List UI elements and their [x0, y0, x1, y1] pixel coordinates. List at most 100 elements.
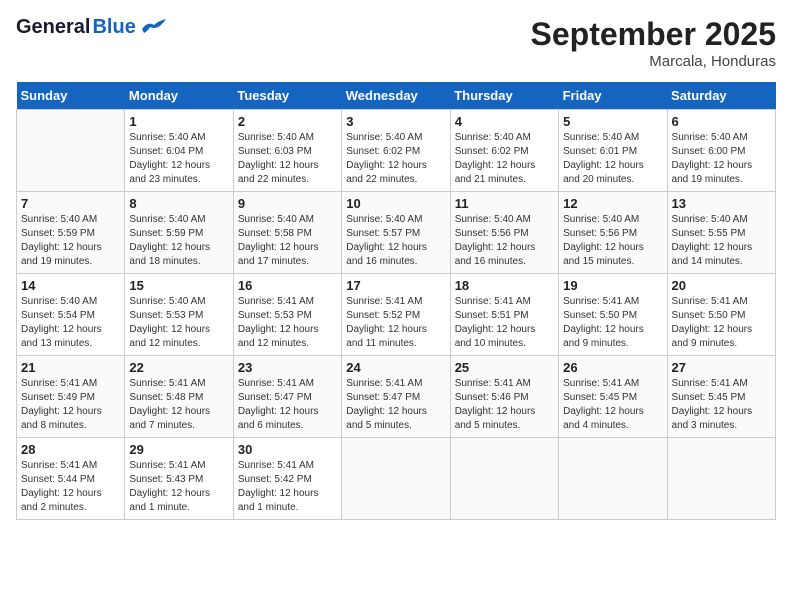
day-number: 21 [21, 360, 120, 375]
day-info: Sunrise: 5:41 AM Sunset: 5:42 PM Dayligh… [238, 459, 337, 515]
logo-general-text: General [16, 16, 90, 39]
day-info: Sunrise: 5:41 AM Sunset: 5:52 PM Dayligh… [346, 295, 445, 351]
calendar-cell: 21 Sunrise: 5:41 AM Sunset: 5:49 PM Dayli… [17, 356, 125, 438]
day-info: Sunrise: 5:40 AM Sunset: 5:56 PM Dayligh… [455, 213, 554, 269]
day-number: 4 [455, 114, 554, 129]
calendar-cell: 19Sunrise: 5:41 AM Sunset: 5:50 PM Dayli… [559, 274, 667, 356]
calendar-cell: 25 Sunrise: 5:41 AM Sunset: 5:46 PM Dayli… [450, 356, 558, 438]
logo-bird-icon [140, 19, 168, 37]
calendar-cell: 27 Sunrise: 5:41 AM Sunset: 5:45 PM Dayli… [667, 356, 775, 438]
day-info: Sunrise: 5:41 AM Sunset: 5:48 PM Dayligh… [129, 377, 228, 433]
day-info: Sunrise: 5:40 AM Sunset: 6:00 PM Dayligh… [672, 131, 771, 187]
day-info: Sunrise: 5:41 AM Sunset: 5:44 PM Dayligh… [21, 459, 120, 515]
month-title: September 2025 [531, 16, 776, 53]
day-number: 11 [455, 196, 554, 211]
day-number: 10 [346, 196, 445, 211]
days-of-week-row: SundayMondayTuesdayWednesdayThursdayFrid… [17, 82, 776, 110]
calendar-cell: 22 Sunrise: 5:41 AM Sunset: 5:48 PM Dayli… [125, 356, 233, 438]
day-info: Sunrise: 5:40 AM Sunset: 6:03 PM Dayligh… [238, 131, 337, 187]
day-number: 28 [21, 442, 120, 457]
day-info: Sunrise: 5:40 AM Sunset: 6:01 PM Dayligh… [563, 131, 662, 187]
day-number: 29 [129, 442, 228, 457]
day-info: Sunrise: 5:40 AM Sunset: 6:02 PM Dayligh… [346, 131, 445, 187]
calendar-week-5: 28 Sunrise: 5:41 AM Sunset: 5:44 PM Dayli… [17, 438, 776, 520]
day-info: Sunrise: 5:40 AM Sunset: 5:54 PM Dayligh… [21, 295, 120, 351]
page-header: General Blue September 2025 Marcala, Hon… [16, 16, 776, 70]
calendar-week-3: 14Sunrise: 5:40 AM Sunset: 5:54 PM Dayli… [17, 274, 776, 356]
day-number: 5 [563, 114, 662, 129]
day-number: 25 [455, 360, 554, 375]
day-info: Sunrise: 5:41 AM Sunset: 5:50 PM Dayligh… [672, 295, 771, 351]
day-info: Sunrise: 5:40 AM Sunset: 5:59 PM Dayligh… [21, 213, 120, 269]
day-info: Sunrise: 5:41 AM Sunset: 5:45 PM Dayligh… [563, 377, 662, 433]
day-of-week-thursday: Thursday [450, 82, 558, 110]
day-number: 8 [129, 196, 228, 211]
logo-blue-text: Blue [92, 16, 135, 39]
calendar-cell: 3 Sunrise: 5:40 AM Sunset: 6:02 PM Daylig… [342, 110, 450, 192]
calendar-cell: 7 Sunrise: 5:40 AM Sunset: 5:59 PM Daylig… [17, 192, 125, 274]
day-info: Sunrise: 5:41 AM Sunset: 5:47 PM Dayligh… [238, 377, 337, 433]
day-number: 2 [238, 114, 337, 129]
calendar-table: SundayMondayTuesdayWednesdayThursdayFrid… [16, 82, 776, 520]
calendar-cell: 15 Sunrise: 5:40 AM Sunset: 5:53 PM Dayli… [125, 274, 233, 356]
calendar-cell: 4 Sunrise: 5:40 AM Sunset: 6:02 PM Daylig… [450, 110, 558, 192]
day-info: Sunrise: 5:41 AM Sunset: 5:50 PM Dayligh… [563, 295, 662, 351]
day-info: Sunrise: 5:40 AM Sunset: 5:56 PM Dayligh… [563, 213, 662, 269]
day-of-week-tuesday: Tuesday [233, 82, 341, 110]
calendar-header: SundayMondayTuesdayWednesdayThursdayFrid… [17, 82, 776, 110]
calendar-cell: 23Sunrise: 5:41 AM Sunset: 5:47 PM Dayli… [233, 356, 341, 438]
day-info: Sunrise: 5:41 AM Sunset: 5:43 PM Dayligh… [129, 459, 228, 515]
day-info: Sunrise: 5:40 AM Sunset: 6:04 PM Dayligh… [129, 131, 228, 187]
calendar-cell: 9 Sunrise: 5:40 AM Sunset: 5:58 PM Daylig… [233, 192, 341, 274]
day-of-week-saturday: Saturday [667, 82, 775, 110]
day-number: 24 [346, 360, 445, 375]
day-info: Sunrise: 5:41 AM Sunset: 5:53 PM Dayligh… [238, 295, 337, 351]
location-subtitle: Marcala, Honduras [531, 53, 776, 70]
day-info: Sunrise: 5:41 AM Sunset: 5:46 PM Dayligh… [455, 377, 554, 433]
day-number: 7 [21, 196, 120, 211]
day-number: 20 [672, 278, 771, 293]
calendar-cell: 5 Sunrise: 5:40 AM Sunset: 6:01 PM Daylig… [559, 110, 667, 192]
calendar-cell: 30 Sunrise: 5:41 AM Sunset: 5:42 PM Dayli… [233, 438, 341, 520]
day-number: 13 [672, 196, 771, 211]
day-number: 9 [238, 196, 337, 211]
day-info: Sunrise: 5:41 AM Sunset: 5:45 PM Dayligh… [672, 377, 771, 433]
calendar-cell: 14Sunrise: 5:40 AM Sunset: 5:54 PM Dayli… [17, 274, 125, 356]
day-info: Sunrise: 5:40 AM Sunset: 5:53 PM Dayligh… [129, 295, 228, 351]
calendar-cell [559, 438, 667, 520]
calendar-cell: 18 Sunrise: 5:41 AM Sunset: 5:51 PM Dayli… [450, 274, 558, 356]
calendar-week-1: 1 Sunrise: 5:40 AM Sunset: 6:04 PM Daylig… [17, 110, 776, 192]
day-number: 18 [455, 278, 554, 293]
day-info: Sunrise: 5:40 AM Sunset: 5:59 PM Dayligh… [129, 213, 228, 269]
calendar-cell: 11 Sunrise: 5:40 AM Sunset: 5:56 PM Dayli… [450, 192, 558, 274]
day-of-week-sunday: Sunday [17, 82, 125, 110]
day-number: 15 [129, 278, 228, 293]
day-number: 27 [672, 360, 771, 375]
calendar-cell: 20 Sunrise: 5:41 AM Sunset: 5:50 PM Dayli… [667, 274, 775, 356]
calendar-cell: 8 Sunrise: 5:40 AM Sunset: 5:59 PM Daylig… [125, 192, 233, 274]
day-info: Sunrise: 5:40 AM Sunset: 5:58 PM Dayligh… [238, 213, 337, 269]
day-number: 3 [346, 114, 445, 129]
day-number: 6 [672, 114, 771, 129]
day-number: 1 [129, 114, 228, 129]
calendar-cell [450, 438, 558, 520]
calendar-cell [342, 438, 450, 520]
title-block: September 2025 Marcala, Honduras [531, 16, 776, 70]
day-number: 17 [346, 278, 445, 293]
calendar-cell: 10 Sunrise: 5:40 AM Sunset: 5:57 PM Dayli… [342, 192, 450, 274]
day-info: Sunrise: 5:41 AM Sunset: 5:49 PM Dayligh… [21, 377, 120, 433]
day-info: Sunrise: 5:40 AM Sunset: 6:02 PM Dayligh… [455, 131, 554, 187]
day-number: 30 [238, 442, 337, 457]
calendar-cell: 2 Sunrise: 5:40 AM Sunset: 6:03 PM Daylig… [233, 110, 341, 192]
day-number: 12 [563, 196, 662, 211]
day-info: Sunrise: 5:40 AM Sunset: 5:57 PM Dayligh… [346, 213, 445, 269]
day-of-week-monday: Monday [125, 82, 233, 110]
calendar-week-2: 7 Sunrise: 5:40 AM Sunset: 5:59 PM Daylig… [17, 192, 776, 274]
logo: General Blue [16, 16, 168, 39]
calendar-cell [667, 438, 775, 520]
day-info: Sunrise: 5:40 AM Sunset: 5:55 PM Dayligh… [672, 213, 771, 269]
day-number: 22 [129, 360, 228, 375]
calendar-week-4: 21 Sunrise: 5:41 AM Sunset: 5:49 PM Dayli… [17, 356, 776, 438]
day-number: 26 [563, 360, 662, 375]
day-info: Sunrise: 5:41 AM Sunset: 5:51 PM Dayligh… [455, 295, 554, 351]
